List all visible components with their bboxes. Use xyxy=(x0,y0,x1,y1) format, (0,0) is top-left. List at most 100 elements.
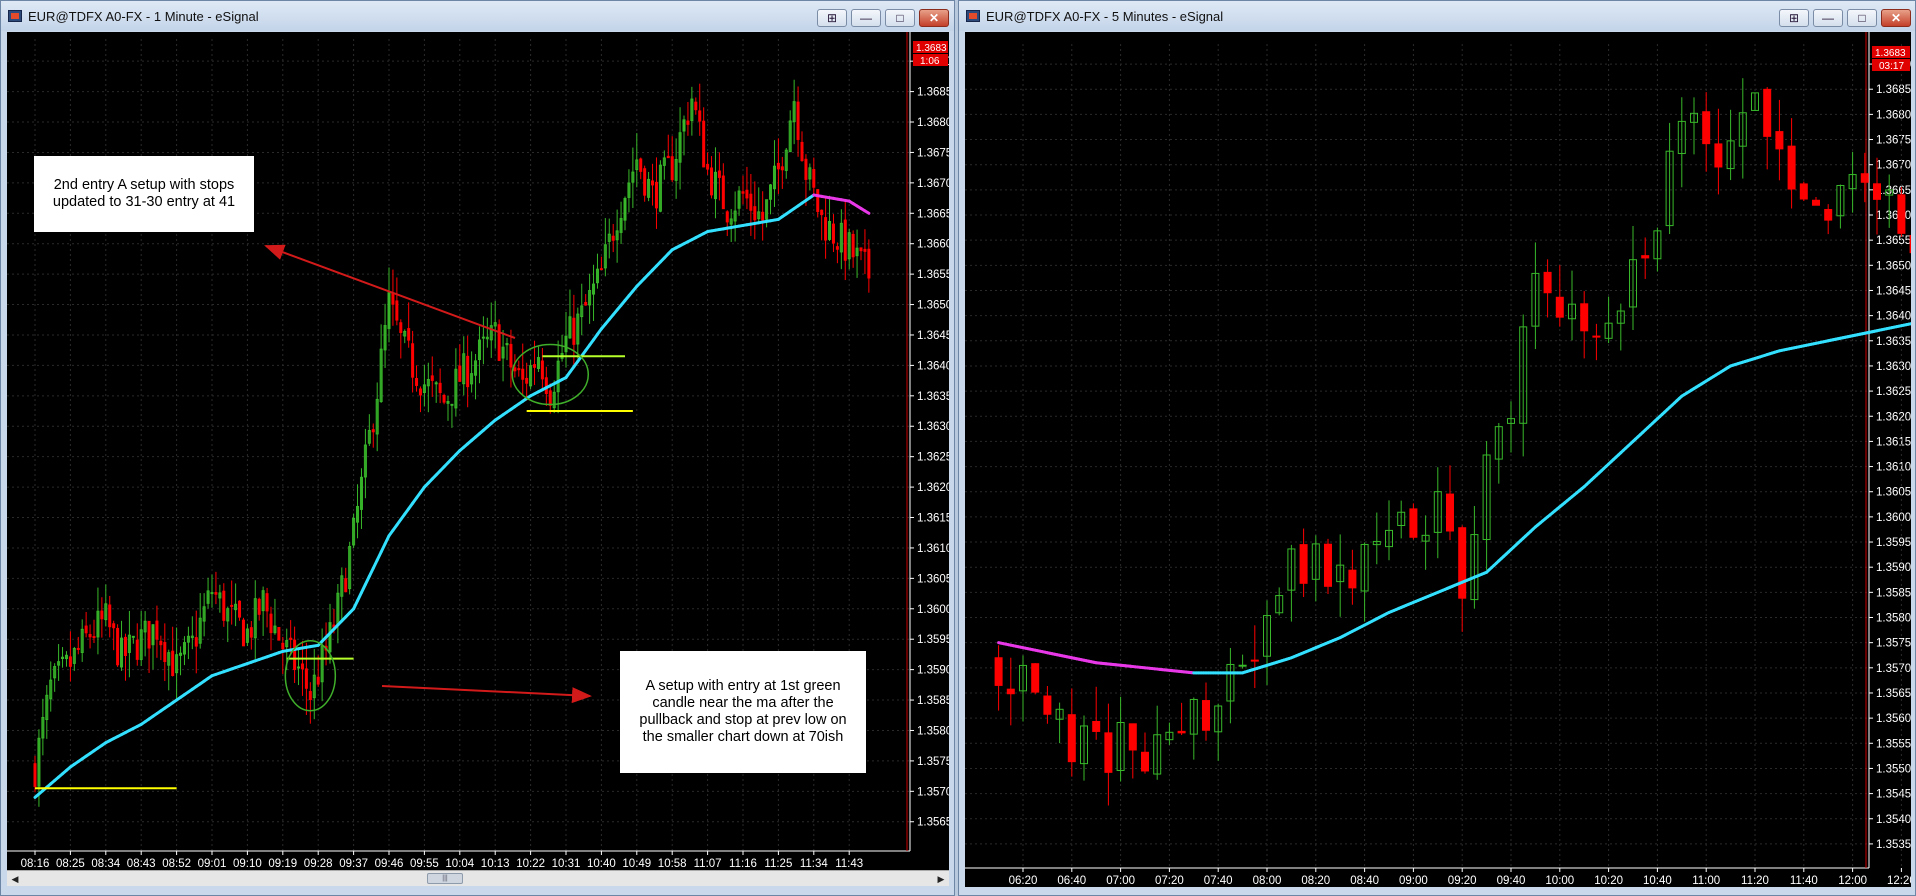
candle-body xyxy=(458,365,462,382)
candle-body xyxy=(816,189,820,212)
y-tick-label: 1.3680 xyxy=(917,117,949,129)
candle-body xyxy=(123,636,127,656)
candle-body xyxy=(497,324,501,361)
y-tick-label: 1.3640 xyxy=(1876,311,1911,323)
horizontal-scrollbar[interactable]: ◀ ||| ▶ xyxy=(7,870,949,886)
candle-body xyxy=(1043,695,1052,715)
y-tick-label: 1.3680 xyxy=(1876,109,1911,121)
candle-body xyxy=(277,627,281,641)
candle-body xyxy=(776,162,780,170)
y-tick-label: 1.3650 xyxy=(1876,260,1911,272)
candle-body xyxy=(812,169,816,188)
y-tick-label: 1.3570 xyxy=(1876,663,1911,675)
x-tick-label: 09:40 xyxy=(1497,875,1526,887)
x-tick-label: 10:13 xyxy=(481,858,510,870)
candle-body xyxy=(1177,730,1186,734)
maximize-button[interactable]: □ xyxy=(1847,9,1877,27)
candle-body xyxy=(316,676,320,685)
x-tick-label: 11:34 xyxy=(800,858,829,870)
x-tick-label: 09:00 xyxy=(1399,875,1428,887)
y-tick-label: 1.3550 xyxy=(1876,763,1911,775)
scroll-right-arrow[interactable]: ▶ xyxy=(934,872,948,886)
x-tick-label: 11:07 xyxy=(694,858,722,870)
candle-body xyxy=(863,248,867,252)
minimize-button[interactable]: — xyxy=(851,9,881,27)
y-tick-label: 1.3610 xyxy=(917,543,949,555)
candle-body xyxy=(1580,303,1589,332)
y-tick-label: 1.3675 xyxy=(1876,135,1911,147)
x-tick-label: 08:34 xyxy=(91,858,120,870)
y-tick-label: 1.3620 xyxy=(1876,411,1911,423)
candle-body xyxy=(415,378,419,386)
candle-body xyxy=(1299,544,1308,584)
candle-body xyxy=(521,368,525,380)
candle-body xyxy=(1104,732,1113,773)
candle-body xyxy=(159,640,163,646)
x-tick-label: 08:52 xyxy=(162,858,191,870)
x-tick-label: 10:40 xyxy=(1643,875,1672,887)
x-tick-label: 09:10 xyxy=(233,858,262,870)
x-tick-label: 09:28 xyxy=(304,858,333,870)
y-tick-label: 1.3575 xyxy=(917,756,949,768)
candle-body xyxy=(304,668,308,689)
candle-body xyxy=(1702,111,1711,145)
candle-body xyxy=(1641,255,1650,259)
candle-body xyxy=(344,578,348,593)
candle-body xyxy=(639,158,643,172)
candle-body xyxy=(1543,271,1552,294)
minimize-button[interactable]: — xyxy=(1813,9,1843,27)
x-tick-label: 12:20 xyxy=(1887,875,1911,887)
y-tick-label: 1.3630 xyxy=(917,421,949,433)
scroll-left-arrow[interactable]: ◀ xyxy=(8,872,22,886)
y-tick-label: 1.3665 xyxy=(917,208,949,220)
candle-body xyxy=(1799,183,1808,200)
y-tick-label: 1.3620 xyxy=(917,482,949,494)
close-button[interactable]: ✕ xyxy=(919,9,949,27)
chart-window-1min: EUR@TDFX A0-FX - 1 Minute - eSignal ⊞ — … xyxy=(0,0,955,896)
x-tick-label: 06:40 xyxy=(1057,875,1086,887)
candle-body xyxy=(1092,721,1101,732)
y-tick-label: 1.3590 xyxy=(1876,562,1911,574)
x-tick-label: 10:49 xyxy=(622,858,651,870)
candle-body xyxy=(1909,234,1911,254)
candle-body xyxy=(249,627,253,638)
app-icon xyxy=(8,10,22,22)
candle-body xyxy=(269,613,273,634)
title-bar[interactable]: EUR@TDFX A0-FX - 5 Minutes - eSignal ⊞ —… xyxy=(959,1,1915,31)
candle-body xyxy=(706,163,710,170)
candle-body xyxy=(214,592,218,595)
candle-body xyxy=(544,377,548,394)
title-bar[interactable]: EUR@TDFX A0-FX - 1 Minute - eSignal ⊞ — … xyxy=(1,1,954,31)
price-chart-5min[interactable]: 1.36901.36851.36801.36751.36701.36651.36… xyxy=(965,32,1911,887)
y-tick-label: 1.3615 xyxy=(917,513,949,525)
y-tick-label: 1.3590 xyxy=(917,665,949,677)
candle-body xyxy=(749,193,753,211)
candle-body xyxy=(92,636,96,639)
candle-body xyxy=(843,219,847,261)
y-tick-label: 1.3670 xyxy=(917,178,949,190)
y-tick-label: 1.3605 xyxy=(917,573,949,585)
chart-canvas[interactable]: 1.36901.36851.36801.36751.36701.36651.36… xyxy=(965,32,1911,887)
candle-body xyxy=(721,175,725,210)
x-tick-label: 11:43 xyxy=(835,858,863,870)
candle-body xyxy=(643,168,647,196)
candle-body xyxy=(1812,199,1820,206)
candle-body xyxy=(230,604,234,607)
x-tick-label: 08:43 xyxy=(127,858,156,870)
candle-body xyxy=(741,191,745,194)
scroll-thumb[interactable]: ||| xyxy=(427,873,463,884)
candle-body xyxy=(1787,145,1796,190)
y-tick-label: 1.3685 xyxy=(1876,84,1911,96)
y-tick-label: 1.3655 xyxy=(1876,235,1911,247)
close-button[interactable]: ✕ xyxy=(1881,9,1911,27)
x-tick-label: 07:00 xyxy=(1106,875,1135,887)
restore-layout-button[interactable]: ⊞ xyxy=(817,9,847,27)
x-tick-label: 10:22 xyxy=(516,858,545,870)
bar-timer-text: 03:17 xyxy=(1879,61,1904,72)
candle-body xyxy=(1250,659,1259,662)
candle-body xyxy=(112,623,116,629)
candle-body xyxy=(147,620,151,649)
y-tick-label: 1.3635 xyxy=(1876,336,1911,348)
restore-layout-button[interactable]: ⊞ xyxy=(1779,9,1809,27)
maximize-button[interactable]: □ xyxy=(885,9,915,27)
